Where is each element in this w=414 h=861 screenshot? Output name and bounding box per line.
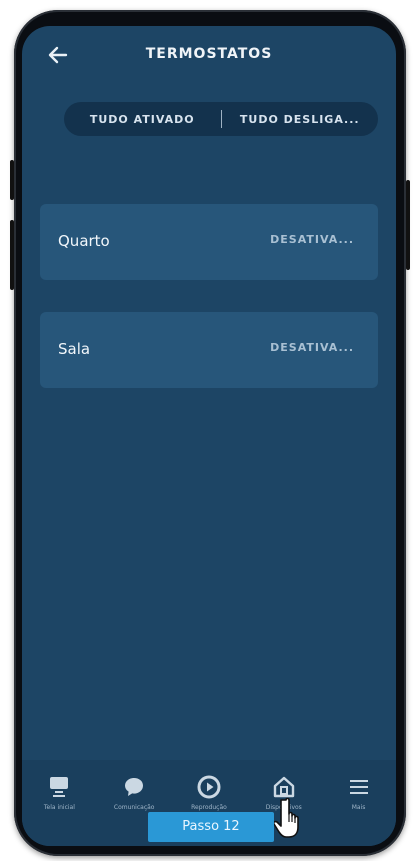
nav-more[interactable]: Mais bbox=[326, 774, 392, 811]
nav-label: Comunicação bbox=[113, 804, 155, 811]
nav-label: Reprodução bbox=[191, 804, 227, 811]
side-button bbox=[10, 220, 14, 290]
deactivate-button[interactable]: DESATIVA... bbox=[264, 232, 360, 247]
all-toggle-group: TUDO ATIVADO TUDO DESLIGA... bbox=[64, 102, 378, 136]
side-button bbox=[10, 160, 14, 200]
chat-bubble-icon bbox=[125, 778, 144, 796]
device-name: Sala bbox=[58, 340, 91, 358]
play-icon bbox=[197, 775, 221, 799]
all-on-button[interactable]: TUDO ATIVADO bbox=[64, 102, 221, 136]
page-title: TERMOSTATOS bbox=[145, 46, 273, 62]
power-button bbox=[406, 180, 410, 270]
nav-label: Tela inicial bbox=[43, 804, 75, 811]
device-card-quarto[interactable]: Quarto DESATIVA... bbox=[40, 204, 378, 280]
nav-label: Mais bbox=[351, 804, 366, 811]
app-screen: TERMOSTATOS TUDO ATIVADO TUDO DESLIGA...… bbox=[22, 26, 396, 846]
hand-pointer-icon bbox=[274, 797, 299, 838]
top-bar: TERMOSTATOS bbox=[22, 26, 396, 96]
step-label: Passo 12 bbox=[148, 812, 274, 842]
deactivate-button[interactable]: DESATIVA... bbox=[264, 340, 360, 355]
nav-communication[interactable]: Comunicação bbox=[101, 774, 167, 811]
nav-playback[interactable]: Reprodução bbox=[176, 774, 242, 811]
all-off-button[interactable]: TUDO DESLIGA... bbox=[222, 102, 379, 136]
device-name: Quarto bbox=[58, 232, 110, 250]
device-card-sala[interactable]: Sala DESATIVA... bbox=[40, 312, 378, 388]
nav-home[interactable]: Tela inicial bbox=[26, 774, 92, 811]
menu-icon bbox=[349, 780, 368, 794]
home-screen-icon bbox=[50, 777, 69, 797]
